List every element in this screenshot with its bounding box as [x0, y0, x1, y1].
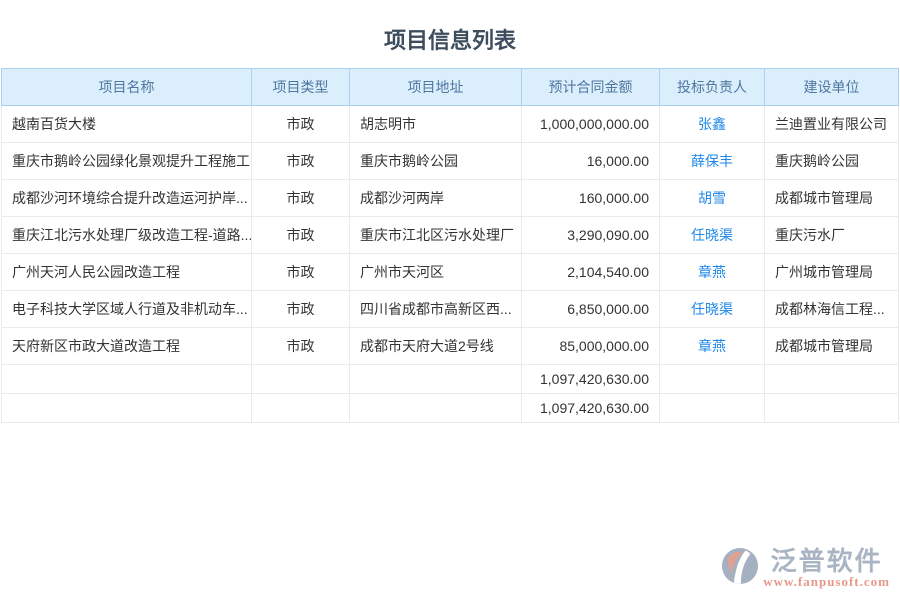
cell-empty	[350, 365, 522, 394]
cell-contract-amount: 3,290,090.00	[522, 217, 660, 254]
table-body: 越南百货大楼市政胡志明市1,000,000,000.00张鑫兰迪置业有限公司重庆…	[2, 106, 899, 365]
cell-project-name: 越南百货大楼	[2, 106, 252, 143]
bid-manager-link[interactable]: 任晓渠	[691, 301, 733, 317]
cell-project-name: 广州天河人民公园改造工程	[2, 254, 252, 291]
cell-empty	[2, 394, 252, 423]
cell-empty	[350, 394, 522, 423]
table-row: 成都沙河环境综合提升改造运河护岸...市政成都沙河两岸160,000.00 胡雪 成…	[2, 180, 899, 217]
bid-manager-link[interactable]: 薛保丰	[691, 153, 733, 169]
cell-project-address: 成都沙河两岸	[350, 180, 522, 217]
cell-contract-amount: 16,000.00	[522, 143, 660, 180]
cell-bid-manager: 张鑫	[660, 106, 765, 143]
table-row: 重庆市鹅岭公园绿化景观提升工程施工市政重庆市鹅岭公园16,000.00 薛保丰 重庆…	[2, 143, 899, 180]
cell-construction-unit: 成都林海信工程...	[765, 291, 899, 328]
cell-bid-manager: 章燕	[660, 328, 765, 365]
table-row: 电子科技大学区域人行道及非机动车...市政四川省成都市高新区西...6,850,…	[2, 291, 899, 328]
cell-project-type: 市政	[252, 291, 350, 328]
table-row: 越南百货大楼市政胡志明市1,000,000,000.00 张鑫 兰迪置业有限公司	[2, 106, 899, 143]
cell-construction-unit: 广州城市管理局	[765, 254, 899, 291]
fanpu-watermark: 泛普软件 www.fanpusoft.com	[721, 547, 890, 590]
cell-empty	[765, 365, 899, 394]
subtotal-row: 1,097,420,630.00	[2, 365, 899, 394]
cell-project-name: 成都沙河环境综合提升改造运河护岸...	[2, 180, 252, 217]
col-header-construction-unit: 建设单位	[765, 69, 899, 106]
cell-construction-unit: 成都城市管理局	[765, 328, 899, 365]
table-row: 天府新区市政大道改造工程市政成都市天府大道2号线85,000,000.00 章燕 成…	[2, 328, 899, 365]
brand-url: www.fanpusoft.com	[763, 574, 890, 589]
total-row: 1,097,420,630.00	[2, 394, 899, 423]
cell-contract-amount: 2,104,540.00	[522, 254, 660, 291]
cell-project-address: 重庆市江北区污水处理厂	[350, 217, 522, 254]
cell-empty	[660, 394, 765, 423]
cell-bid-manager: 任晓渠	[660, 217, 765, 254]
cell-project-address: 成都市天府大道2号线	[350, 328, 522, 365]
cell-construction-unit: 重庆污水厂	[765, 217, 899, 254]
cell-bid-manager: 胡雪	[660, 180, 765, 217]
cell-contract-amount: 1,000,000,000.00	[522, 106, 660, 143]
cell-project-name: 电子科技大学区域人行道及非机动车...	[2, 291, 252, 328]
cell-project-type: 市政	[252, 143, 350, 180]
cell-project-address: 重庆市鹅岭公园	[350, 143, 522, 180]
header-row: 项目名称 项目类型 项目地址 预计合同金额 投标负责人 建设单位	[2, 69, 899, 106]
cell-empty	[2, 365, 252, 394]
col-header-project-address: 项目地址	[350, 69, 522, 106]
cell-contract-amount: 85,000,000.00	[522, 328, 660, 365]
cell-project-address: 广州市天河区	[350, 254, 522, 291]
fanpu-logo-icon	[721, 547, 759, 590]
cell-construction-unit: 重庆鹅岭公园	[765, 143, 899, 180]
col-header-project-name: 项目名称	[2, 69, 252, 106]
cell-project-name: 重庆江北污水处理厂级改造工程-道路...	[2, 217, 252, 254]
cell-project-type: 市政	[252, 106, 350, 143]
col-header-contract-amount: 预计合同金额	[522, 69, 660, 106]
table-row: 广州天河人民公园改造工程市政广州市天河区2,104,540.00 章燕 广州城市管理…	[2, 254, 899, 291]
cell-bid-manager: 薛保丰	[660, 143, 765, 180]
bid-manager-link[interactable]: 任晓渠	[691, 227, 733, 243]
table-header: 项目名称 项目类型 项目地址 预计合同金额 投标负责人 建设单位	[2, 69, 899, 106]
cell-empty	[660, 365, 765, 394]
bid-manager-link[interactable]: 胡雪	[698, 190, 726, 206]
cell-project-type: 市政	[252, 254, 350, 291]
cell-bid-manager: 任晓渠	[660, 291, 765, 328]
bid-manager-link[interactable]: 张鑫	[698, 116, 726, 132]
cell-project-address: 四川省成都市高新区西...	[350, 291, 522, 328]
bid-manager-link[interactable]: 章燕	[698, 264, 726, 280]
subtotal-amount: 1,097,420,630.00	[522, 365, 660, 394]
table-row: 重庆江北污水处理厂级改造工程-道路...市政重庆市江北区污水处理厂3,290,0…	[2, 217, 899, 254]
cell-contract-amount: 6,850,000.00	[522, 291, 660, 328]
cell-project-type: 市政	[252, 217, 350, 254]
cell-project-address: 胡志明市	[350, 106, 522, 143]
brand-name: 泛普软件	[771, 548, 883, 574]
cell-construction-unit: 兰迪置业有限公司	[765, 106, 899, 143]
cell-empty	[765, 394, 899, 423]
table-footer: 1,097,420,630.00 1,097,420,630.00	[2, 365, 899, 423]
col-header-project-type: 项目类型	[252, 69, 350, 106]
col-header-bid-manager: 投标负责人	[660, 69, 765, 106]
cell-construction-unit: 成都城市管理局	[765, 180, 899, 217]
page-title: 项目信息列表	[0, 0, 900, 68]
cell-bid-manager: 章燕	[660, 254, 765, 291]
bid-manager-link[interactable]: 章燕	[698, 338, 726, 354]
cell-project-type: 市政	[252, 328, 350, 365]
cell-project-type: 市政	[252, 180, 350, 217]
cell-empty	[252, 394, 350, 423]
cell-project-name: 重庆市鹅岭公园绿化景观提升工程施工	[2, 143, 252, 180]
cell-contract-amount: 160,000.00	[522, 180, 660, 217]
cell-project-name: 天府新区市政大道改造工程	[2, 328, 252, 365]
total-amount: 1,097,420,630.00	[522, 394, 660, 423]
cell-empty	[252, 365, 350, 394]
project-info-table: 项目名称 项目类型 项目地址 预计合同金额 投标负责人 建设单位 越南百货大楼市…	[1, 68, 899, 423]
